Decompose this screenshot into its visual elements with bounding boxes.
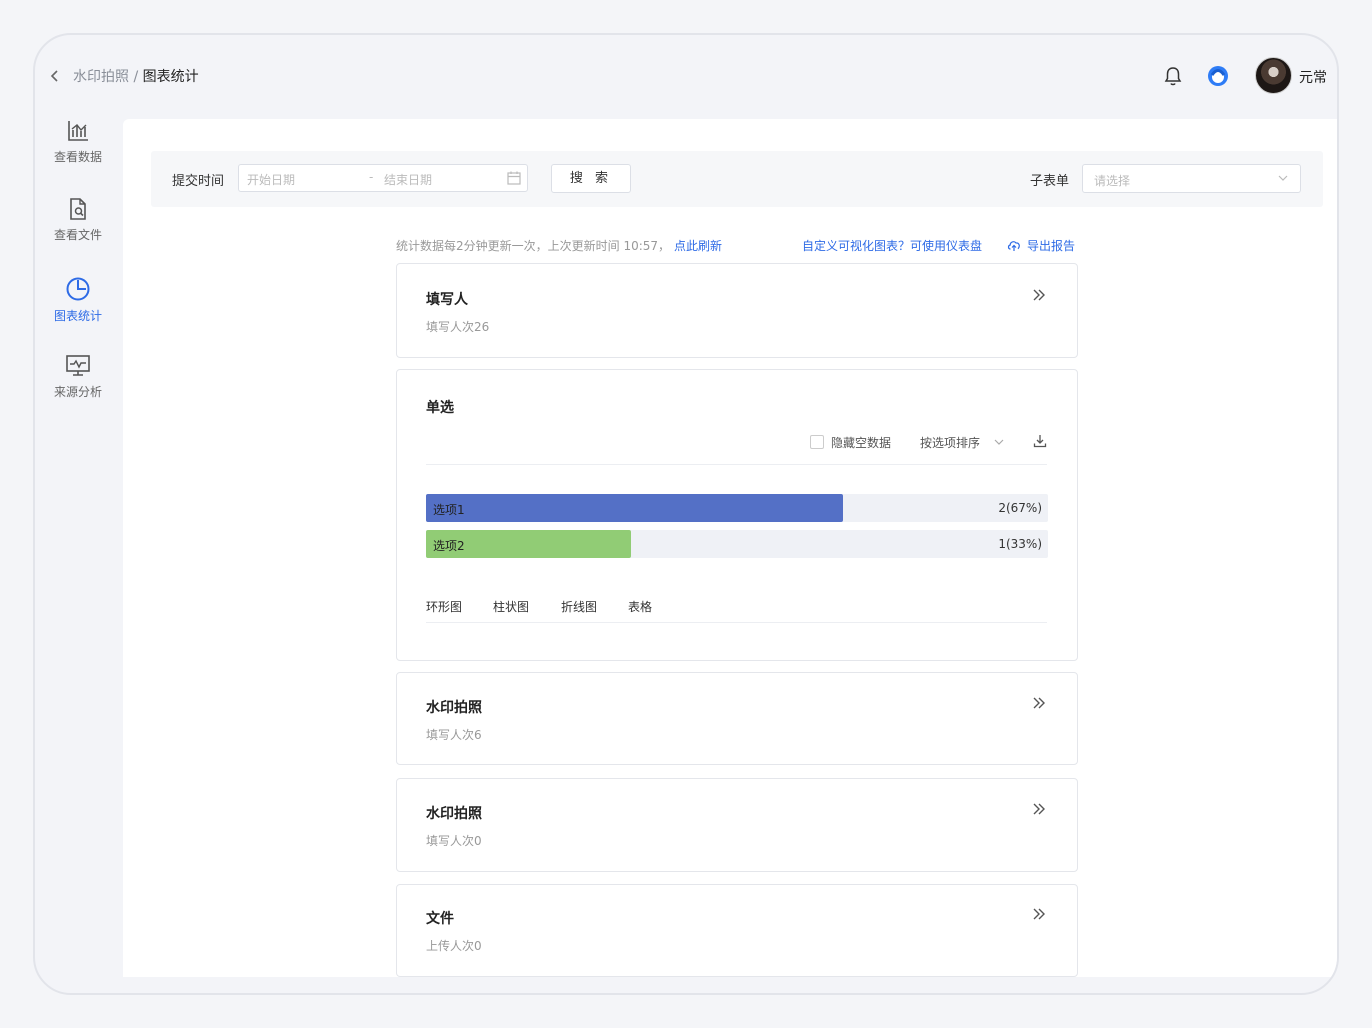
top-bar: 水印拍照 / 图表统计 元常 [35, 35, 1337, 119]
bar-value-1: 1(33%) [998, 537, 1042, 551]
tab-line[interactable]: 折线图 [561, 598, 597, 615]
bar-row-0: 选项1 2(67%) [426, 494, 1048, 522]
bar-label-0: 选项1 [433, 503, 465, 517]
main-content: 提交时间 开始日期 - 结束日期 搜 索 子表单 请选择 统计数据每2分钟更新一… [123, 119, 1337, 977]
card-title: 填写人 [426, 292, 468, 308]
update-info-text: 统计数据每2分钟更新一次，上次更新时间 10:57， [396, 239, 671, 253]
breadcrumb: 水印拍照 / 图表统计 [73, 66, 199, 86]
monitor-icon [66, 355, 90, 376]
export-report-label: 导出报告 [1027, 239, 1076, 253]
app-window: 水印拍照 / 图表统计 元常 查看数据 查看文件 图表统计 来源分析 提交时间 … [33, 33, 1339, 995]
stat-card-filler: 填写人 填写人次26 [396, 263, 1078, 358]
divider [426, 622, 1047, 623]
download-icon[interactable] [1033, 434, 1047, 448]
card-title: 水印拍照 [426, 806, 482, 822]
card-subtitle: 上传人次0 [426, 939, 482, 953]
breadcrumb-current: 图表统计 [142, 69, 199, 85]
breadcrumb-parent[interactable]: 水印拍照 [73, 69, 129, 85]
submit-time-label: 提交时间 [172, 174, 225, 189]
subform-select-placeholder: 请选择 [1094, 174, 1131, 188]
end-date-input[interactable]: 结束日期 [384, 171, 432, 188]
sidebar-item-label: 查看数据 [53, 150, 102, 164]
double-chevron-right-icon[interactable] [1031, 907, 1047, 921]
stat-card-watermark-1: 水印拍照 填写人次6 [396, 672, 1078, 765]
pie-chart-icon [66, 277, 90, 301]
sort-select-label: 按选项排序 [920, 436, 981, 450]
bar-label-1: 选项2 [433, 539, 465, 553]
stat-card-file: 文件 上传人次0 [396, 884, 1078, 977]
subform-label: 子表单 [1030, 174, 1070, 189]
tab-donut[interactable]: 环形图 [426, 598, 462, 615]
bar-row-1: 选项2 1(33%) [426, 530, 1048, 558]
card-title: 单选 [426, 400, 454, 416]
update-info: 统计数据每2分钟更新一次，上次更新时间 10:57， 点此刷新 [396, 237, 722, 254]
sidebar-item-label: 来源分析 [53, 385, 102, 399]
double-chevron-right-icon[interactable] [1031, 288, 1047, 302]
sidebar-item-source-analysis[interactable]: 来源分析 [35, 354, 121, 400]
tab-table[interactable]: 表格 [628, 598, 652, 615]
sidebar-item-label: 图表统计 [53, 309, 102, 323]
chevron-down-icon [994, 439, 1004, 445]
export-report-button[interactable]: 导出报告 [1007, 237, 1075, 254]
tab-bar[interactable]: 柱状图 [493, 598, 529, 615]
hide-empty-label[interactable]: 隐藏空数据 [831, 434, 891, 451]
double-chevron-right-icon[interactable] [1031, 696, 1047, 710]
sidebar-item-chart-stats[interactable]: 图表统计 [35, 276, 121, 324]
divider [426, 464, 1047, 465]
stat-card-watermark-2: 水印拍照 填写人次0 [396, 778, 1078, 872]
bar-value-0: 2(67%) [998, 501, 1042, 515]
stat-card-single-choice: 单选 隐藏空数据 按选项排序 选项1 2(67%) 选项2 1(33%) 环形图… [396, 369, 1078, 661]
breadcrumb-separator: / [129, 69, 143, 85]
subform-select[interactable]: 请选择 [1082, 164, 1301, 193]
card-subtitle: 填写人次6 [426, 728, 482, 742]
sidebar-item-view-data[interactable]: 查看数据 [35, 119, 121, 165]
calendar-icon [507, 171, 521, 185]
sidebar-item-view-files[interactable]: 查看文件 [35, 197, 121, 243]
cloud-upload-icon [1007, 241, 1020, 251]
range-separator: - [369, 170, 374, 184]
bell-icon[interactable] [1163, 65, 1183, 87]
avatar[interactable] [1255, 57, 1292, 94]
hide-empty-checkbox[interactable] [810, 435, 824, 449]
card-title: 文件 [426, 911, 454, 927]
file-search-icon [70, 198, 86, 220]
chevron-left-icon[interactable] [49, 69, 61, 83]
card-title: 水印拍照 [426, 700, 482, 716]
refresh-link[interactable]: 点此刷新 [674, 239, 722, 253]
dashboard-link[interactable]: 自定义可视化图表？可使用仪表盘 [802, 237, 982, 254]
card-subtitle: 填写人次26 [426, 320, 490, 334]
customer-service-icon[interactable] [1205, 63, 1231, 89]
date-range-picker[interactable]: 开始日期 - 结束日期 [238, 164, 528, 192]
user-name[interactable]: 元常 [1299, 67, 1327, 87]
sidebar-item-label: 查看文件 [53, 228, 102, 242]
filter-bar: 提交时间 开始日期 - 结束日期 搜 索 子表单 请选择 [151, 151, 1323, 207]
sidebar: 查看数据 查看文件 图表统计 来源分析 [35, 119, 121, 993]
chart-icon [68, 121, 88, 141]
card-subtitle: 填写人次0 [426, 834, 482, 848]
start-date-input[interactable]: 开始日期 [247, 171, 295, 188]
chevron-down-icon [1278, 175, 1288, 181]
search-button[interactable]: 搜 索 [551, 164, 631, 193]
double-chevron-right-icon[interactable] [1031, 802, 1047, 816]
bar-fill-0 [426, 494, 843, 522]
sort-select[interactable]: 按选项排序 [920, 434, 1004, 451]
